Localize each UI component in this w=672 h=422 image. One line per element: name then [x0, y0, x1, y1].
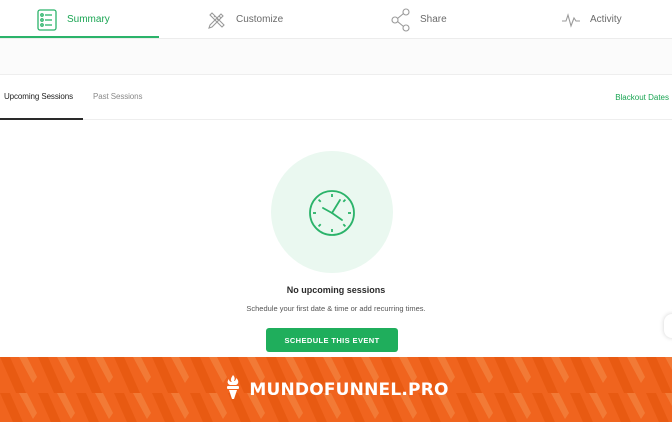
brand-lockup: MUNDOFUNNEL.PRO	[0, 357, 672, 422]
torch-icon	[223, 374, 243, 405]
active-tab-indicator	[0, 36, 159, 38]
brand-name: MUNDOFUNNEL.PRO	[249, 379, 449, 400]
tab-activity-label: Activity	[590, 14, 622, 25]
tab-activity[interactable]: Activity	[561, 0, 622, 39]
schedule-event-button[interactable]: SCHEDULE THIS EVENT	[266, 328, 398, 352]
tab-past-sessions[interactable]: Past Sessions	[93, 76, 143, 120]
tab-summary-label: Summary	[67, 14, 110, 25]
session-tabs: Upcoming Sessions Past Sessions Blackout…	[0, 76, 672, 120]
tab-summary[interactable]: Summary	[37, 0, 110, 39]
empty-state-title: No upcoming sessions	[286, 285, 386, 295]
top-tab-bar: Summary Customize Share Activity	[0, 0, 672, 39]
watermark-banner: MUNDOFUNNEL.PRO	[0, 357, 672, 422]
tab-share-label: Share	[420, 14, 447, 25]
empty-state-subtitle: Schedule your first date & time or add r…	[246, 304, 426, 313]
blackout-dates-link[interactable]: Blackout Dates	[615, 76, 669, 120]
pulse-icon	[561, 11, 581, 29]
toolbar-band	[0, 39, 672, 75]
share-icon	[391, 7, 411, 32]
side-panel-handle[interactable]	[664, 314, 672, 338]
list-icon	[37, 8, 57, 31]
subtab-indicator	[0, 118, 83, 120]
tab-customize-label: Customize	[236, 14, 284, 25]
clock-icon	[306, 187, 358, 244]
tab-share[interactable]: Share	[391, 0, 447, 39]
pencil-ruler-icon	[207, 10, 227, 30]
tab-customize[interactable]: Customize	[207, 0, 283, 39]
tab-upcoming-sessions[interactable]: Upcoming Sessions	[4, 76, 73, 120]
